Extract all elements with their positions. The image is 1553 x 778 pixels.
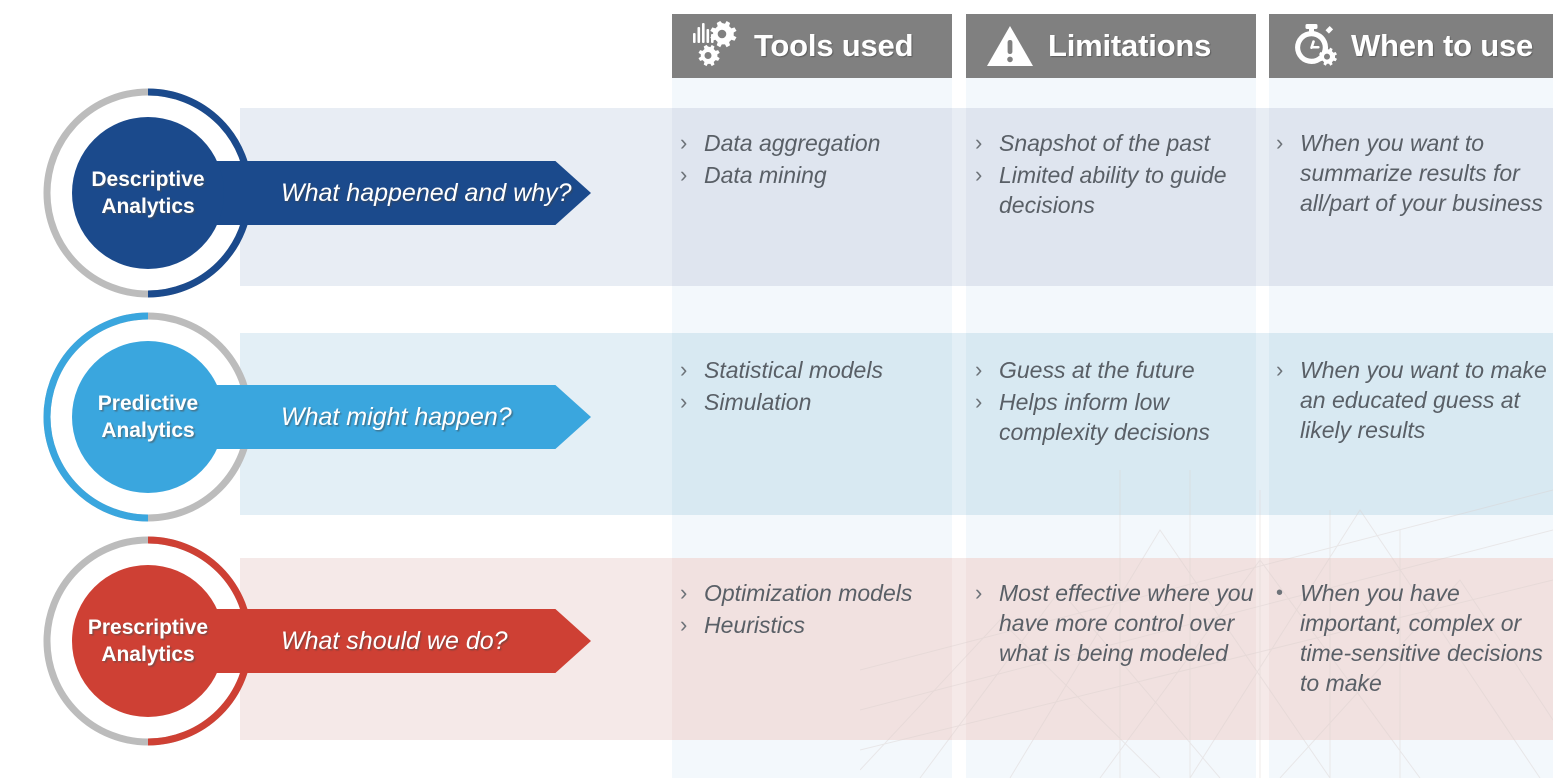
disc-prescriptive[interactable]: Prescriptive Analytics	[72, 565, 224, 717]
infographic-canvas: Tools used Limitations When to use What …	[0, 0, 1553, 778]
warning-triangle-icon	[987, 26, 1033, 66]
list-item-text: Helps inform low complexity decisions	[999, 389, 1210, 445]
header-label-limitations: Limitations	[1048, 28, 1212, 63]
list-item: › Snapshot of the past	[975, 128, 1261, 158]
question-descriptive: What happened and why?	[281, 178, 572, 207]
stage-descriptive: What happened and why? Descriptive Analy…	[43, 72, 646, 312]
gears-icon	[693, 21, 737, 67]
bullet-chevron-icon: ›	[680, 389, 688, 414]
list-item: › Most effective where you have more con…	[975, 578, 1261, 668]
question-prescriptive: What should we do?	[281, 626, 508, 655]
list-item-text: Data aggregation	[704, 130, 881, 156]
stopwatch-gear-icon	[1295, 24, 1337, 66]
list-item-text: Simulation	[704, 389, 812, 415]
disc-title-line1-prescriptive: Prescriptive	[87, 616, 209, 639]
list-item-text: Optimization models	[704, 580, 913, 606]
disc-title-line1-predictive: Predictive	[97, 392, 199, 415]
cell-prescriptive-tools: › Optimization models › Heuristics	[680, 578, 956, 642]
list-item-text: Snapshot of the past	[999, 130, 1210, 156]
disc-title-line1-descriptive: Descriptive	[91, 168, 205, 191]
bullet-chevron-icon: ›	[680, 357, 688, 382]
cell-predictive-tools: › Statistical models › Simulation	[680, 355, 956, 419]
disc-descriptive[interactable]: Descriptive Analytics	[72, 117, 224, 269]
bullet-chevron-icon: ›	[975, 580, 983, 605]
list-item-text: Most effective where you have more contr…	[999, 580, 1254, 666]
header-label-tools-used: Tools used	[754, 28, 914, 63]
disc-predictive[interactable]: Predictive Analytics	[72, 341, 224, 493]
list-item: › Data mining	[680, 160, 956, 190]
bullet-chevron-icon: ›	[975, 357, 983, 382]
list-item-text: Limited ability to guide decisions	[999, 162, 1227, 218]
bullet-chevron-icon: ›	[680, 130, 688, 155]
list-item: › Helps inform low complexity decisions	[975, 387, 1261, 447]
list-item: › Data aggregation	[680, 128, 956, 158]
stage-prescriptive: What should we do? Prescriptive Analytic…	[43, 520, 646, 760]
cell-predictive-when: › When you want to make an educated gues…	[1276, 355, 1553, 447]
stage-predictive: What might happen? Predictive Analytics	[43, 296, 646, 536]
cell-descriptive-when: › When you want to summarize results for…	[1276, 128, 1553, 220]
cell-predictive-limitations: › Guess at the future › Helps inform low…	[975, 355, 1261, 449]
bullet-dot-icon: •	[1276, 582, 1284, 604]
list-item-text: When you have important, complex or time…	[1300, 580, 1543, 696]
bullet-chevron-icon: ›	[680, 612, 688, 637]
list-item-text: Guess at the future	[999, 357, 1195, 383]
list-item: › Statistical models	[680, 355, 956, 385]
list-item: • When you have important, complex or ti…	[1276, 578, 1553, 698]
cell-descriptive-limitations: › Snapshot of the past › Limited ability…	[975, 128, 1261, 222]
list-item: › Limited ability to guide decisions	[975, 160, 1261, 220]
bullet-chevron-icon: ›	[975, 389, 983, 414]
list-item-text: When you want to summarize results for a…	[1300, 130, 1543, 216]
header-limitations[interactable]: Limitations	[966, 14, 1256, 78]
header-label-when-to-use: When to use	[1351, 28, 1534, 63]
bullet-chevron-icon: ›	[1276, 357, 1284, 382]
cell-descriptive-tools: › Data aggregation › Data mining	[680, 128, 956, 192]
bullet-chevron-icon: ›	[975, 130, 983, 155]
question-predictive: What might happen?	[281, 402, 512, 431]
header-tools-used[interactable]: Tools used	[672, 14, 952, 78]
header-when-to-use[interactable]: When to use	[1269, 14, 1553, 78]
list-item: › When you want to summarize results for…	[1276, 128, 1553, 218]
cell-prescriptive-limitations: › Most effective where you have more con…	[975, 578, 1261, 670]
list-item: › When you want to make an educated gues…	[1276, 355, 1553, 445]
disc-title-line2-prescriptive: Analytics	[101, 643, 195, 666]
disc-title-line2-predictive: Analytics	[101, 419, 195, 442]
list-item-text: Statistical models	[704, 357, 883, 383]
list-item: › Guess at the future	[975, 355, 1261, 385]
list-item: › Simulation	[680, 387, 956, 417]
bullet-chevron-icon: ›	[1276, 130, 1284, 155]
list-item-text: When you want to make an educated guess …	[1300, 357, 1547, 443]
list-item: › Heuristics	[680, 610, 956, 640]
bullet-chevron-icon: ›	[975, 162, 983, 187]
bullet-chevron-icon: ›	[680, 580, 688, 605]
list-item: › Optimization models	[680, 578, 956, 608]
list-item-text: Heuristics	[704, 612, 805, 638]
bullet-chevron-icon: ›	[680, 162, 688, 187]
disc-title-line2-descriptive: Analytics	[101, 195, 195, 218]
cell-prescriptive-when: • When you have important, complex or ti…	[1276, 578, 1553, 700]
list-item-text: Data mining	[704, 162, 827, 188]
